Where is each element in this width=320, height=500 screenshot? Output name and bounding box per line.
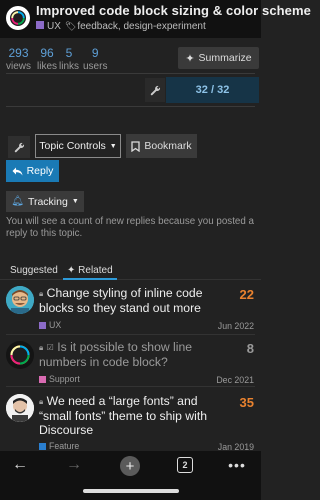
avatar-image: [6, 341, 34, 369]
suggested-category[interactable]: Support: [39, 374, 80, 384]
avatar[interactable]: [6, 286, 34, 314]
list-item[interactable]: 🔒︎ ☑ Is it possible to show line numbers…: [0, 338, 261, 386]
admin-wrench-icon[interactable]: [145, 78, 165, 102]
new-tab-plus-icon[interactable]: +: [120, 456, 140, 476]
suggested-title-3-text: We need a “large fonts” and “small fonts…: [39, 394, 207, 437]
activity-date: Jun 2022: [217, 321, 254, 331]
reply-icon: [12, 167, 23, 175]
item-divider: [6, 334, 255, 335]
wrench-icon: [150, 85, 160, 95]
stat-views-value: 293: [8, 46, 29, 60]
category-color-square: [39, 375, 46, 383]
suggested-category-label: Feature: [49, 441, 80, 451]
avatar-image: [6, 286, 34, 314]
stat-likes-label: likes: [37, 61, 58, 72]
more-dots-icon[interactable]: •••: [226, 455, 248, 475]
avatar[interactable]: [6, 394, 34, 422]
topic-category[interactable]: UX: [47, 21, 61, 32]
page: Improved code block sizing & color schem…: [0, 0, 311, 500]
suggested-category-label: Support: [49, 374, 80, 384]
site-logo[interactable]: [6, 6, 30, 30]
stat-views-label: views: [6, 61, 32, 72]
suggested-title-3[interactable]: 🔒︎ We need a “large fonts” and “small fo…: [39, 394, 229, 437]
tracking-label: Tracking: [27, 195, 68, 208]
tab-switcher-button[interactable]: 2: [177, 457, 193, 473]
tab-suggested[interactable]: Suggested: [10, 265, 58, 276]
reply-count: 22: [239, 287, 254, 302]
reply-button[interactable]: Reply: [6, 160, 59, 182]
tabs-border: [0, 279, 261, 280]
suggested-title-1-text: Change styling of inline code blocks so …: [39, 286, 203, 315]
suggested-title-2[interactable]: 🔒︎ ☑ Is it possible to show line numbers…: [39, 340, 224, 369]
stat-likes-value: 96: [40, 46, 54, 60]
summarize-button[interactable]: ✦ Summarize: [178, 47, 259, 69]
avatar-image: [6, 394, 34, 422]
item-divider: [6, 386, 255, 387]
stat-views: 293 views: [6, 46, 31, 73]
home-indicator[interactable]: [83, 489, 179, 493]
tag-icon: 🏷︎: [64, 21, 77, 31]
avatar[interactable]: [6, 341, 34, 369]
solved-checkbox-icon: ☑: [46, 343, 54, 352]
bookmark-label: Bookmark: [144, 140, 192, 152]
suggested-category[interactable]: UX: [39, 320, 61, 330]
bookmark-icon: [131, 140, 141, 152]
category-color-square: [39, 321, 46, 329]
tab-related-label: Related: [78, 265, 113, 276]
tracking-dropdown[interactable]: 🔔︎ Tracking ▼: [6, 191, 84, 212]
category-color-square: [36, 21, 44, 30]
tab-related[interactable]: ✦ Related: [67, 265, 113, 276]
caret-down-icon: ▼: [109, 142, 117, 150]
reply-count: 8: [246, 341, 254, 356]
progress-text: 32 / 32: [195, 84, 230, 96]
stat-users-label: users: [83, 61, 108, 72]
caret-down-icon: ▼: [71, 198, 79, 205]
suggested-title-2-text: Is it possible to show line numbers in c…: [39, 340, 193, 369]
suggested-title-1[interactable]: 🔒︎ Change styling of inline code blocks …: [39, 286, 224, 315]
reply-label: Reply: [26, 165, 54, 177]
stat-likes: 96 likes: [37, 46, 57, 73]
topic-tags[interactable]: feedback, design-experiment: [77, 21, 205, 32]
sparkle-icon: ✦: [67, 265, 76, 276]
stat-links-label: links: [59, 61, 80, 72]
stat-users: 9 users: [83, 46, 107, 73]
summarize-label: Summarize: [198, 52, 252, 64]
bookmark-button[interactable]: Bookmark: [126, 134, 197, 158]
list-item[interactable]: 🔒︎ We need a “large fonts” and “small fo…: [0, 392, 261, 452]
progress-divider: [6, 106, 255, 107]
forward-arrow-icon[interactable]: →: [64, 455, 84, 475]
tracking-description: You will see a count of new replies beca…: [6, 216, 254, 239]
activity-date: Dec 2021: [216, 375, 254, 385]
stats-divider: [6, 73, 255, 74]
discourse-logo-icon: [10, 10, 26, 26]
sparkle-icon: ✦: [185, 52, 195, 65]
reply-count: 35: [239, 395, 254, 410]
topic-controls-dropdown[interactable]: Topic Controls ▼: [35, 134, 121, 158]
tab-active-indicator: [63, 278, 117, 280]
list-item[interactable]: 🔒︎ Change styling of inline code blocks …: [0, 284, 261, 336]
stat-users-value: 9: [91, 46, 99, 60]
topic-header: Improved code block sizing & color schem…: [0, 0, 311, 38]
lock-icon: 🔒︎: [39, 289, 44, 298]
suggested-category[interactable]: Feature: [39, 441, 79, 451]
lock-icon: 🔒︎: [39, 397, 44, 406]
topic-controls-label: Topic Controls: [39, 140, 106, 152]
topic-meta: UX 🏷︎feedback, design-experiment: [36, 21, 206, 32]
topic-title[interactable]: Improved code block sizing & color schem…: [36, 3, 311, 18]
topic-admin-button[interactable]: [8, 136, 30, 158]
suggested-category-label: UX: [49, 320, 62, 330]
back-arrow-icon[interactable]: ←: [10, 455, 30, 475]
bell-icon: 🔔︎: [11, 196, 24, 207]
stat-links-value: 5: [65, 46, 73, 60]
category-color-square: [39, 442, 46, 450]
lock-icon: 🔒︎: [39, 343, 44, 352]
stat-links: 5 links: [59, 46, 79, 73]
topic-progress[interactable]: 32 / 32: [166, 77, 259, 103]
wrench-icon: [14, 142, 24, 152]
